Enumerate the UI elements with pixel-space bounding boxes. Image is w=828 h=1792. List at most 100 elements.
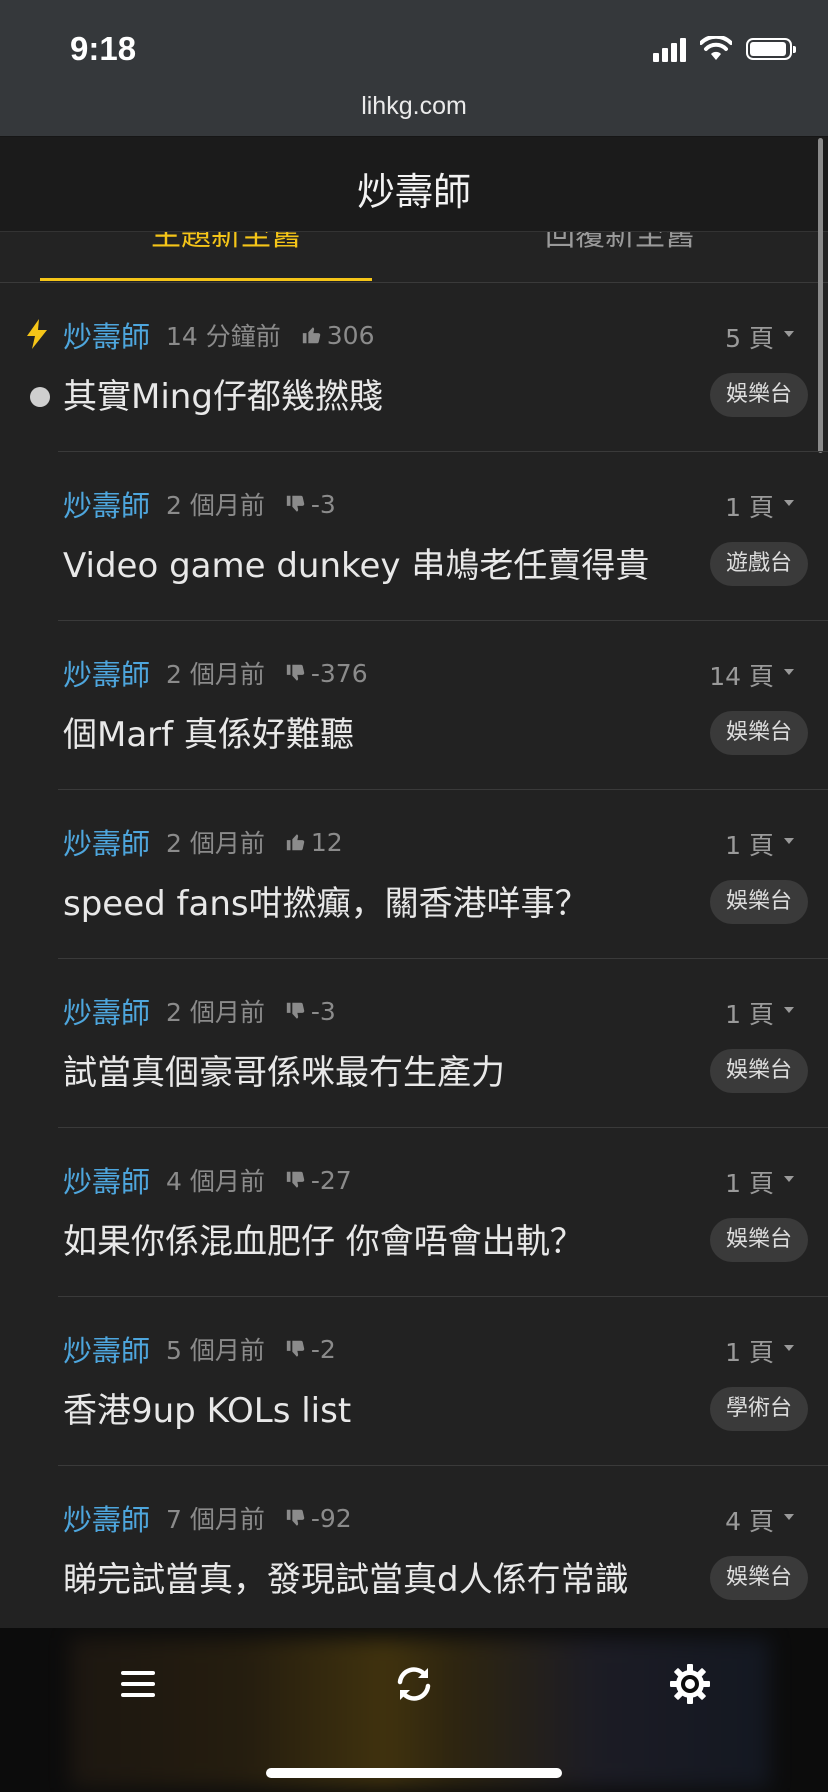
category-tag[interactable]: 遊戲台 xyxy=(709,542,808,586)
category-tag[interactable]: 娛樂台 xyxy=(709,880,808,924)
system-icons xyxy=(653,34,796,64)
thumbs-down-icon xyxy=(285,493,307,515)
page-selector[interactable]: 14 頁 xyxy=(709,657,794,693)
page-count: 4 頁 xyxy=(725,1507,774,1536)
thread-author[interactable]: 炒壽師 xyxy=(63,1328,150,1370)
vote-value: -376 xyxy=(310,658,368,688)
caret-down-icon xyxy=(784,1007,794,1013)
thread-title[interactable]: 如果你係混血肥仔 你會唔會出軌？ xyxy=(63,1214,584,1263)
thumbs-down-icon xyxy=(285,1507,307,1529)
tab-newest-topic[interactable]: 主題新至舊 xyxy=(40,232,412,254)
status-time: 9:18 xyxy=(70,30,137,67)
thread-author[interactable]: 炒壽師 xyxy=(63,1497,150,1539)
vote-count: 12 xyxy=(285,828,343,857)
vote-value: -27 xyxy=(310,1165,352,1195)
caret-down-icon xyxy=(784,669,794,675)
thread-title[interactable]: 個Marf 真係好難聽 xyxy=(63,707,354,756)
thread-row[interactable]: 炒壽師 2 個月前 -3 1 頁試當真個豪哥係咪最冇生產力 娛樂台 xyxy=(0,959,828,1128)
menu-button[interactable] xyxy=(110,1656,166,1712)
thread-time: 5 個月前 xyxy=(166,1336,265,1365)
cellular-signal-icon xyxy=(653,36,686,62)
vote-count: -376 xyxy=(285,659,368,688)
thumbs-down-icon xyxy=(285,662,307,684)
thumbs-up-icon xyxy=(301,324,323,346)
thread-row[interactable]: 炒壽師 2 個月前 12 1 頁 speed fans咁撚癲，關香港咩事？ 娛樂台 xyxy=(0,790,828,959)
active-tab-indicator xyxy=(40,278,372,281)
refresh-button[interactable] xyxy=(386,1656,442,1712)
category-tag[interactable]: 娛樂台 xyxy=(709,1049,808,1093)
page-count: 14 頁 xyxy=(709,662,774,691)
page-selector[interactable]: 4 頁 xyxy=(725,1502,794,1538)
page-selector[interactable]: 1 頁 xyxy=(725,995,794,1031)
page-selector[interactable]: 1 頁 xyxy=(725,826,794,862)
thread-time: 2 個月前 xyxy=(166,491,265,520)
thread-row[interactable]: 炒壽師 4 個月前 -27 1 頁如果你係混血肥仔 你會唔會出軌？ 娛樂台 xyxy=(0,1128,828,1297)
thread-time: 7 個月前 xyxy=(166,1505,265,1534)
vote-value: -3 xyxy=(310,489,336,519)
thread-time: 4 個月前 xyxy=(166,1167,265,1196)
category-tag[interactable]: 娛樂台 xyxy=(709,711,808,755)
category-tag[interactable]: 娛樂台 xyxy=(709,1218,808,1262)
thread-author[interactable]: 炒壽師 xyxy=(63,483,150,525)
vote-value: -92 xyxy=(310,1503,352,1533)
thread-author[interactable]: 炒壽師 xyxy=(63,1159,150,1201)
tab-newest-reply[interactable]: 回覆新至舊 xyxy=(434,232,806,254)
thread-row[interactable]: 炒壽師 7 個月前 -92 4 頁睇完試當真，發現試當真d人係冇常識 娛樂台 xyxy=(0,1466,828,1635)
thread-author[interactable]: 炒壽師 xyxy=(63,821,150,863)
thread-meta: 炒壽師 2 個月前 -3 xyxy=(63,991,336,1031)
caret-down-icon xyxy=(784,838,794,844)
page-count: 1 頁 xyxy=(725,1169,774,1198)
lightning-icon xyxy=(27,319,47,349)
thread-row[interactable]: 炒壽師 2 個月前 -3 1 頁 Video game dunkey 串鳩老任賣得貴 遊戲… xyxy=(0,452,828,621)
vote-value: 12 xyxy=(310,827,343,857)
thread-time: 2 個月前 xyxy=(166,660,265,689)
vote-count: -3 xyxy=(285,997,336,1026)
page-selector[interactable]: 1 頁 xyxy=(725,1164,794,1200)
menu-icon xyxy=(121,1671,155,1697)
vote-count: 306 xyxy=(301,321,375,350)
thread-meta: 炒壽師 5 個月前 -2 xyxy=(63,1329,336,1369)
thumbs-up-icon xyxy=(285,831,307,853)
thread-title[interactable]: 其實Ming仔都幾撚賤 xyxy=(63,369,383,418)
category-tag[interactable]: 娛樂台 xyxy=(709,373,808,417)
bottom-toolbar xyxy=(0,1628,828,1792)
thread-row[interactable]: 炒壽師 14 分鐘前 306 5 頁其實Ming仔都幾撚賤 娛樂台 xyxy=(0,283,828,452)
settings-button[interactable] xyxy=(662,1656,718,1712)
thread-row[interactable]: 炒壽師 2 個月前 -376 14 頁個Marf 真係好難聽 娛樂台 xyxy=(0,621,828,790)
thread-title[interactable]: speed fans咁撚癲，關香港咩事？ xyxy=(63,876,589,925)
home-indicator[interactable] xyxy=(266,1768,562,1778)
page-selector[interactable]: 5 頁 xyxy=(725,319,794,355)
thumbs-down-icon xyxy=(285,1000,307,1022)
page-count: 1 頁 xyxy=(725,493,774,522)
thread-meta: 炒壽師 14 分鐘前 306 xyxy=(63,315,375,355)
status-bar: 9:18 lihkg.com xyxy=(0,0,828,137)
page-count: 1 頁 xyxy=(725,1338,774,1367)
thread-title[interactable]: 試當真個豪哥係咪最冇生產力 xyxy=(63,1045,505,1094)
thread-list: 炒壽師 14 分鐘前 306 5 頁其實Ming仔都幾撚賤 娛樂台 炒壽師 2 個月前 -3 1… xyxy=(0,283,828,1635)
page-title: 炒壽師 xyxy=(356,170,471,214)
thread-time: 2 個月前 xyxy=(166,998,265,1027)
page-count: 1 頁 xyxy=(725,831,774,860)
thread-time: 14 分鐘前 xyxy=(166,322,281,351)
thread-author[interactable]: 炒壽師 xyxy=(63,314,150,356)
caret-down-icon xyxy=(784,500,794,506)
page-count: 1 頁 xyxy=(725,1000,774,1029)
category-tag[interactable]: 娛樂台 xyxy=(709,1556,808,1600)
thread-author[interactable]: 炒壽師 xyxy=(63,990,150,1032)
caret-down-icon xyxy=(784,331,794,337)
url-bar[interactable]: lihkg.com xyxy=(0,92,828,121)
thread-row[interactable]: 炒壽師 5 個月前 -2 1 頁香港9up KOLs list 學術台 xyxy=(0,1297,828,1466)
page-selector[interactable]: 1 頁 xyxy=(725,488,794,524)
thread-author[interactable]: 炒壽師 xyxy=(63,652,150,694)
thread-title[interactable]: Video game dunkey 串鳩老任賣得貴 xyxy=(63,538,649,587)
thread-title[interactable]: 香港9up KOLs list xyxy=(63,1383,351,1432)
category-tag[interactable]: 學術台 xyxy=(709,1387,808,1431)
caret-down-icon xyxy=(784,1514,794,1520)
vote-value: -3 xyxy=(310,996,336,1026)
vote-value: 306 xyxy=(326,320,375,350)
vote-count: -27 xyxy=(285,1166,352,1195)
page-selector[interactable]: 1 頁 xyxy=(725,1333,794,1369)
wifi-icon xyxy=(700,36,732,60)
thread-title[interactable]: 睇完試當真，發現試當真d人係冇常識 xyxy=(63,1552,629,1601)
sort-tabs: 主題新至舊 回覆新至舊 xyxy=(0,232,828,283)
